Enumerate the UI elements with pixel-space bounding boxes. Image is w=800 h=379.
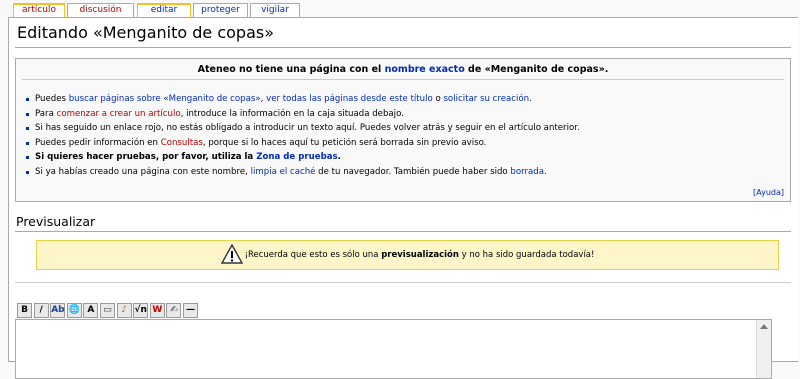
notice-link[interactable]: buscar páginas sobre «Menganito de copas… (69, 94, 261, 104)
notice-link[interactable]: Zona de pruebas (256, 152, 337, 162)
title-divider (15, 47, 791, 48)
help-link[interactable]: [Ayuda] (753, 188, 784, 197)
notice-link[interactable]: ver todas las páginas desde este título (266, 94, 433, 104)
textarea-scrollbar[interactable] (756, 320, 771, 378)
notice-new-link[interactable]: Consultas (161, 138, 203, 148)
notice-text: Puedes (35, 94, 69, 104)
preview-warning: ¡Recuerda que esto es sólo una previsual… (36, 240, 779, 270)
headline-button[interactable]: A (83, 303, 99, 318)
notice-heading: Ateneo no tiene una página con el nombre… (197, 64, 609, 75)
notice-text: , porque si lo haces aquí tu petición se… (202, 137, 487, 148)
notice-text: Si has seguido un enlace rojo, no estás … (35, 123, 580, 134)
notice-text: . (544, 166, 547, 177)
notice-text: Si ya habías creado una página con este … (35, 166, 251, 177)
math-button[interactable]: √n (133, 303, 149, 318)
image-button[interactable]: ▭ (100, 303, 115, 318)
preview-divider (15, 231, 791, 232)
notice-text: Para (35, 108, 57, 119)
notice-text: de tu navegador. También puede haber sid… (315, 166, 511, 177)
tab-watch[interactable]: vigilar (250, 3, 300, 17)
notice-link[interactable]: limpia el caché (251, 167, 316, 177)
signature-button[interactable]: ✍ (166, 303, 182, 318)
notice-link[interactable]: borrada (510, 167, 544, 177)
notice-link[interactable]: solicitar su creación (443, 94, 529, 104)
nowiki-button[interactable]: W (149, 303, 165, 318)
notice-divider (22, 79, 784, 80)
tab-edit[interactable]: editar (137, 3, 191, 18)
notice-item: Puedes buscar páginas sobre «Menganito d… (24, 92, 580, 107)
preview-heading: Previsualizar (16, 214, 96, 229)
no-article-notice: Ateneo no tiene una página con el nombre… (15, 58, 791, 202)
notice-text: . (337, 152, 341, 163)
notice-new-link[interactable]: comenzar a crear un artículo (57, 109, 181, 119)
notice-text: , introduce la información en la caja si… (180, 108, 404, 119)
notice-item: Si has seguido un enlace rojo, no estás … (24, 121, 580, 136)
tab-article[interactable]: artículo (13, 3, 65, 18)
bold-button[interactable]: B (17, 303, 32, 318)
content-area: Editando «Menganito de copas» Ateneo no … (8, 17, 798, 379)
editor-divider (15, 282, 791, 283)
notice-list: Puedes buscar páginas sobre «Menganito d… (24, 92, 580, 180)
notice-text: . (529, 94, 532, 104)
notice-text: Si quieres hacer pruebas, por favor, uti… (35, 152, 257, 163)
internal-link-button[interactable]: Ab (50, 303, 66, 318)
italic-button[interactable]: / (33, 303, 49, 318)
scroll-up-icon[interactable] (760, 324, 768, 329)
edit-textarea[interactable] (15, 319, 772, 379)
tab-discussion[interactable]: discusión (67, 3, 134, 17)
notice-item: Para comenzar a crear un artículo, intro… (24, 107, 580, 122)
exact-name-link[interactable]: nombre exacto (385, 64, 465, 75)
media-button[interactable]: ♪ (116, 303, 132, 318)
external-link-button[interactable]: 🌐 (66, 303, 82, 318)
notice-text: o (432, 94, 444, 104)
notice-text: Puedes pedir información en (35, 137, 161, 148)
page-title: Editando «Menganito de copas» (17, 23, 274, 42)
horizontal-line-button[interactable]: — (183, 303, 198, 318)
notice-item: Puedes pedir información en Consultas, p… (24, 136, 580, 151)
tab-protect[interactable]: proteger (193, 3, 248, 17)
notice-item: Si ya habías creado una página con este … (24, 165, 580, 180)
notice-item: Si quieres hacer pruebas, por favor, uti… (24, 150, 580, 165)
warning-icon (220, 243, 243, 264)
